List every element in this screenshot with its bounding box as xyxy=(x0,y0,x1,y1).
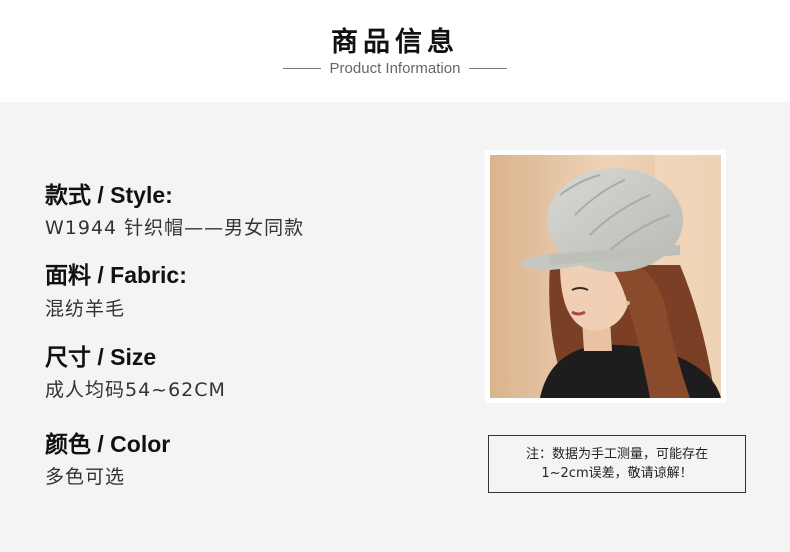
page-title: 商品信息 xyxy=(331,27,459,58)
fabric-label: 面料 / Fabric: xyxy=(45,262,187,288)
product-photo xyxy=(490,155,721,398)
page-subtitle: Product Information xyxy=(329,60,461,77)
product-photo-frame xyxy=(485,150,726,403)
size-value: 成人均码54~62CM xyxy=(45,379,226,401)
style-label: 款式 / Style: xyxy=(45,182,173,208)
note-line-1: 注：数据为手工测量，可能存在 xyxy=(525,447,708,462)
earring xyxy=(626,301,630,305)
measurement-note: 注：数据为手工测量，可能存在 1~2cm误差，敬请谅解！ xyxy=(488,435,746,493)
fabric-value: 混纺羊毛 xyxy=(45,298,126,320)
subtitle-divider-left xyxy=(282,68,321,69)
note-line-2: 1~2cm误差，敬请谅解！ xyxy=(541,466,693,481)
product-info-page: 商品信息 Product Information 款式 / Style: W19… xyxy=(0,0,790,552)
color-label: 颜色 / Color xyxy=(45,431,171,457)
style-value: W1944 针织帽——男女同款 xyxy=(45,217,305,239)
header: 商品信息 Product Information xyxy=(0,0,790,102)
color-value: 多色可选 xyxy=(45,466,126,488)
subtitle-row: Product Information xyxy=(0,60,790,77)
subtitle-divider-right xyxy=(469,68,508,69)
size-label: 尺寸 / Size xyxy=(45,344,157,370)
